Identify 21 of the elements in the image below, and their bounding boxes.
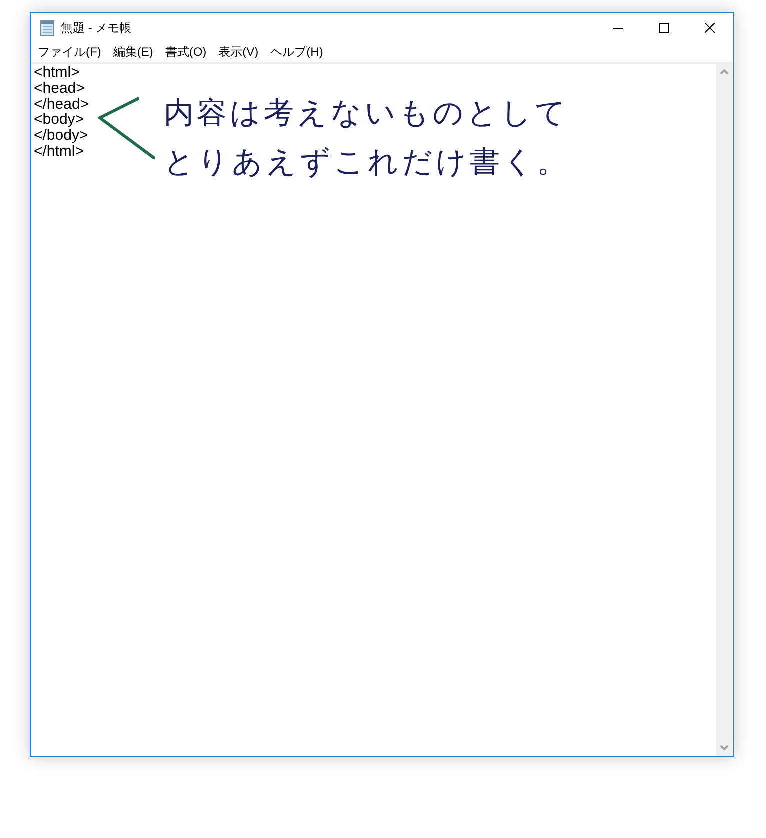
menu-item[interactable]: ファイル(F) (32, 43, 108, 62)
close-icon (705, 23, 715, 33)
annotation-text: とりあえずこれだけ書く。 (164, 145, 570, 181)
text-line: </body> (34, 128, 88, 144)
text-line: <html> (34, 65, 80, 81)
text-line: </html> (34, 144, 84, 160)
window-title: 無題 - メモ帳 (61, 20, 132, 37)
text-line: <body> (34, 112, 84, 128)
annotation-text: 内容は考えないものとして (164, 96, 569, 132)
notepad-icon (40, 20, 55, 36)
scroll-down-icon[interactable] (720, 745, 729, 751)
menu-item[interactable]: 書式(O) (159, 43, 213, 62)
text-line: </head> (34, 96, 90, 112)
menu-item[interactable]: ヘルプ(H) (264, 43, 330, 62)
text-editor-field[interactable]: <html> <head> </head> <body> </body> </html> 内容は考えないものとして とりあえずこれだけ書く。 (31, 64, 716, 756)
menu-item[interactable]: 編集(E) (107, 43, 160, 62)
text-line: <head> (34, 80, 85, 97)
maximize-icon (659, 23, 669, 33)
scroll-up-icon[interactable] (720, 69, 729, 75)
menu-item[interactable]: 表示(V) (212, 43, 265, 62)
scrollbar-track[interactable] (716, 64, 733, 756)
